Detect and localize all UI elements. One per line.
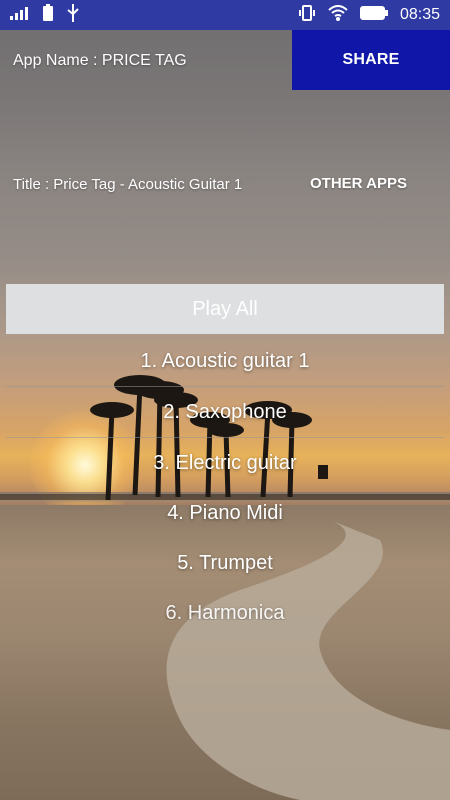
other-apps-button[interactable]: OTHER APPS bbox=[310, 175, 407, 192]
track-title: Title : Price Tag - Acoustic Guitar 1 bbox=[13, 176, 243, 193]
play-all-button[interactable]: Play All bbox=[6, 284, 444, 334]
app-name-label: App Name : PRICE TAG bbox=[13, 52, 187, 69]
track-item[interactable]: 5. Trumpet bbox=[6, 538, 444, 588]
track-item[interactable]: 1. Acoustic guitar 1 bbox=[6, 336, 444, 387]
battery-icon bbox=[359, 6, 388, 24]
battery-saver-icon bbox=[42, 4, 54, 26]
track-item[interactable]: 4. Piano Midi bbox=[6, 488, 444, 538]
status-bar: 08:35 bbox=[0, 0, 450, 30]
share-button[interactable]: SHARE bbox=[292, 30, 450, 90]
track-item[interactable]: 3. Electric guitar bbox=[6, 438, 444, 488]
status-time: 08:35 bbox=[399, 6, 440, 23]
track-item[interactable]: 2. Saxophone bbox=[6, 387, 444, 438]
wifi-icon bbox=[328, 5, 348, 25]
vibrate-icon bbox=[298, 4, 316, 26]
usb-icon bbox=[66, 4, 80, 26]
track-item[interactable]: 6. Harmonica bbox=[6, 588, 444, 620]
status-left bbox=[10, 4, 80, 26]
status-right: 08:35 bbox=[298, 4, 440, 26]
track-list: 1. Acoustic guitar 1 2. Saxophone 3. Ele… bbox=[6, 336, 444, 620]
signal-icon bbox=[10, 6, 30, 24]
